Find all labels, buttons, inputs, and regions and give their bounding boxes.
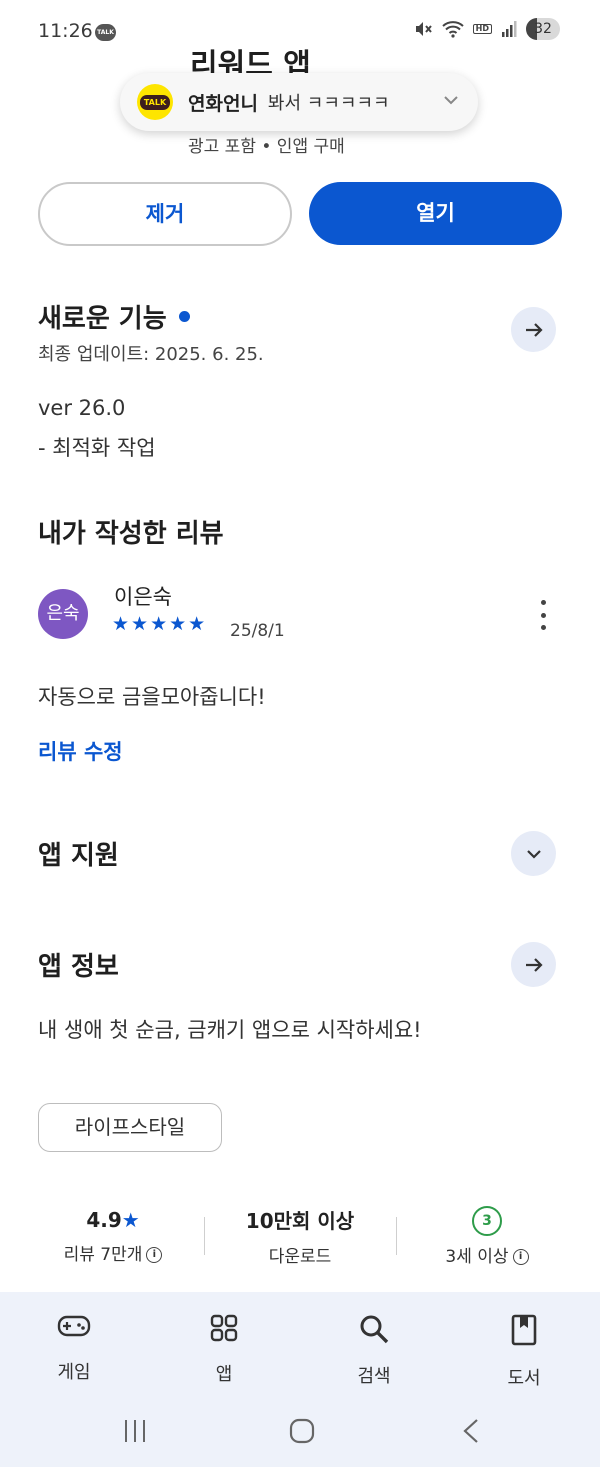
message-notification[interactable]: TALK 연화언니 봐서 ㅋㅋㅋㅋㅋ <box>120 73 478 131</box>
age-rating-badge: 3 <box>472 1205 502 1236</box>
downloads-value: 10만회 이상 <box>245 1209 355 1233</box>
stat-divider <box>203 1217 205 1255</box>
nav-label: 게임 <box>57 1362 91 1383</box>
nav-label: 앱 <box>215 1364 233 1385</box>
nav-books[interactable]: 도서 <box>474 1314 574 1390</box>
downloads-label: 다운로드 <box>268 1247 332 1267</box>
back-icon[interactable] <box>460 1417 482 1445</box>
home-icon[interactable] <box>288 1417 316 1445</box>
new-indicator-dot <box>178 311 190 322</box>
nav-label: 도서 <box>507 1368 541 1389</box>
recent-apps-icon[interactable] <box>122 1418 148 1444</box>
stats-row: 4.9★ 리뷰 7만개 i 10만회 이상 다운로드 3 3세 이상 i <box>38 1205 562 1267</box>
update-note: - 최적화 작업 <box>38 436 156 460</box>
star-rating: ★★★★★ <box>112 613 208 635</box>
avatar: 은숙 <box>38 589 88 639</box>
open-button[interactable]: 열기 <box>309 182 562 245</box>
nav-search[interactable]: 검색 <box>324 1314 424 1388</box>
review-date: 25/8/1 <box>230 621 285 641</box>
more-options-icon[interactable] <box>536 600 550 630</box>
review-text: 자동으로 금을모아줍니다! <box>38 685 266 709</box>
apps-grid-icon <box>210 1314 238 1342</box>
app-description: 내 생애 첫 순금, 금캐기 앱으로 시작하세요! <box>38 1018 422 1042</box>
edit-review-link[interactable]: 리뷰 수정 <box>38 736 123 766</box>
nav-label: 검색 <box>357 1366 391 1387</box>
nav-apps[interactable]: 앱 <box>174 1314 274 1386</box>
kakaotalk-status-icon: TALK <box>95 24 116 41</box>
app-info-arrow-button[interactable] <box>511 942 556 987</box>
downloads-stat: 10만회 이상 다운로드 <box>220 1205 380 1267</box>
gamepad-icon <box>57 1315 91 1337</box>
search-icon <box>360 1315 389 1344</box>
notification-message: 봐서 ㅋㅋㅋㅋㅋ <box>267 93 390 114</box>
age-rating-stat[interactable]: 3 3세 이상 i <box>412 1205 562 1267</box>
category-chip[interactable]: 라이프스타일 <box>38 1103 222 1152</box>
arrow-right-icon <box>525 957 543 972</box>
app-info-title: 앱 정보 <box>38 952 119 982</box>
last-updated: 최종 업데이트: 2025. 6. 25. <box>38 344 264 365</box>
hd-voice-icon: HD <box>472 24 492 34</box>
kakaotalk-icon: TALK <box>137 84 173 120</box>
star-icon: ★ <box>121 1207 140 1232</box>
signal-icon <box>502 21 517 37</box>
app-support-expand-button[interactable] <box>511 831 556 876</box>
arrow-right-icon <box>525 322 543 337</box>
my-review-title: 내가 작성한 리뷰 <box>38 519 224 549</box>
app-sub-info: 광고 포함 • 인앱 구매 <box>188 137 345 157</box>
uninstall-button[interactable]: 제거 <box>38 182 292 246</box>
mute-icon <box>415 22 432 36</box>
whats-new-header: 새로운 기능 <box>38 298 190 335</box>
info-icon: i <box>512 1248 529 1265</box>
whats-new-arrow-button[interactable] <box>511 307 556 352</box>
rating-stat[interactable]: 4.9★ 리뷰 7만개 i <box>38 1208 188 1265</box>
status-icons: HD 32 <box>413 18 560 40</box>
chevron-down-icon[interactable] <box>442 91 460 109</box>
app-support-title: 앱 지원 <box>38 841 119 871</box>
nav-games[interactable]: 게임 <box>24 1314 124 1384</box>
rating-value: 4.9 <box>86 1207 122 1232</box>
wifi-icon <box>441 21 464 38</box>
reviewer-name: 이은숙 <box>114 585 172 609</box>
version-text: ver 26.0 <box>38 396 126 420</box>
app-title: 리워드 앱 <box>190 48 311 74</box>
age-rating-label: 3세 이상 <box>445 1246 509 1267</box>
status-time: 11:26 <box>38 20 93 42</box>
info-icon: i <box>146 1246 163 1263</box>
system-navigation-bar <box>0 1400 600 1467</box>
book-icon <box>511 1314 537 1346</box>
whats-new-title: 새로운 기능 <box>38 304 167 334</box>
chevron-down-icon <box>526 849 541 859</box>
review-count: 리뷰 7만개 <box>63 1244 143 1265</box>
notification-sender: 연화언니 <box>188 92 258 115</box>
battery-indicator: 32 <box>526 18 560 40</box>
stat-divider <box>395 1217 397 1255</box>
